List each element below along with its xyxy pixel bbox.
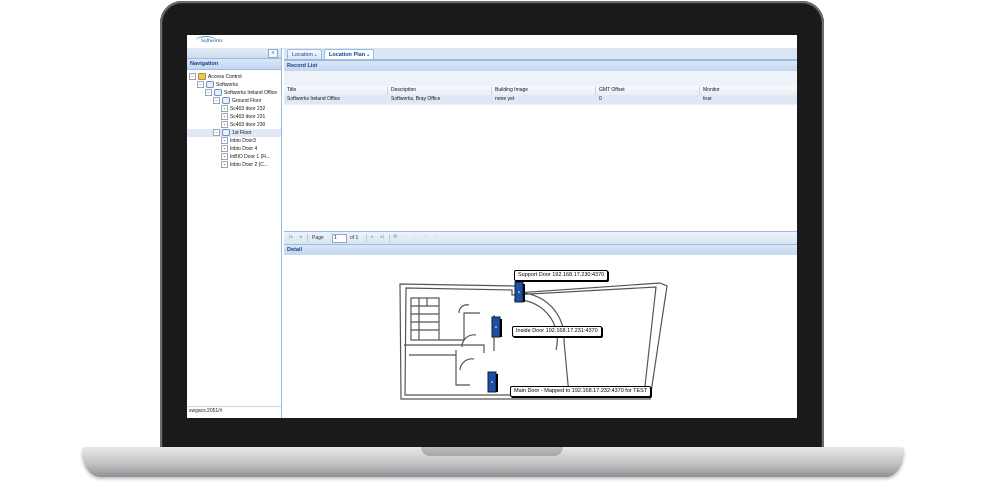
tab-menu-icon[interactable]: ▴	[367, 52, 369, 57]
page-count-label: of 1	[350, 235, 359, 241]
door-callout-inside[interactable]: Inside Door 192.168.17.231:4370	[512, 326, 602, 337]
status-bar-url: swgacs:2051/#	[187, 406, 281, 416]
tree-item-access-control[interactable]: − Access Control	[189, 73, 242, 81]
laptop-notch	[421, 447, 563, 456]
collapse-button[interactable]: «	[268, 49, 278, 58]
tree-item-label: 1st Floor	[232, 130, 252, 136]
expand-toggle-icon[interactable]: +	[221, 113, 228, 121]
column-header[interactable]: Building Image	[492, 86, 596, 95]
paging-toolbar: |◂ ◂ Page 1 of 1 ▸ ▸| ⟳ ◌ ◌ ◌ ◌	[284, 231, 797, 245]
tab-label: Location Plan	[329, 52, 366, 58]
tree-item-ireland-office[interactable]: − Softworks Ireland Office	[205, 89, 277, 97]
node-icon	[206, 81, 214, 89]
expand-toggle-icon[interactable]: +	[221, 161, 228, 169]
column-header[interactable]: Title	[284, 86, 388, 95]
tree-item-ground-floor[interactable]: − Ground Floor	[213, 97, 261, 105]
folder-icon	[198, 73, 206, 81]
tab-label: Location	[292, 52, 313, 58]
first-page-button[interactable]: |◂	[287, 234, 294, 241]
toolbar-action-icon[interactable]: ◌	[432, 234, 439, 241]
column-header[interactable]: GMT Offset	[596, 86, 700, 95]
tree-item-label: Softworks Ireland Office	[224, 90, 277, 96]
toolbar-action-icon[interactable]: ◌	[412, 234, 419, 241]
tab-location[interactable]: Location ▴	[287, 49, 322, 59]
collapse-toggle-icon[interactable]: −	[213, 97, 220, 105]
nav-header: Navigation	[187, 59, 281, 70]
logo: Softworks	[201, 38, 223, 44]
toolbar-separator	[366, 234, 367, 242]
tree-item-door[interactable]: + Sc403 door 232	[221, 105, 265, 113]
tree-item-door[interactable]: + Inbio Door 4	[221, 145, 257, 153]
expand-toggle-icon[interactable]: +	[221, 105, 228, 113]
expand-toggle-icon[interactable]: +	[221, 153, 228, 161]
table-cell: 0	[599, 96, 602, 102]
page-label: Page	[312, 235, 324, 241]
floor-icon	[222, 129, 230, 137]
column-header[interactable]: Description	[388, 86, 492, 95]
app-screen: Softworks « Navigation − Access Control −…	[187, 35, 797, 418]
tab-menu-icon[interactable]: ▴	[315, 52, 317, 57]
tree-item-label: InBIO Door 1 (Fi...	[230, 154, 271, 160]
floor-icon	[222, 97, 230, 105]
table-cell: Softworks Ireland Office	[287, 96, 340, 102]
tree-item-1st-floor[interactable]: − 1st Floor	[187, 129, 281, 137]
main-panel: Location ▴ Location Plan ▴ Record List Tit…	[284, 48, 797, 418]
page-number-input[interactable]: 1	[332, 234, 347, 243]
tree-item-door[interactable]: + Sc403 door 230	[221, 121, 265, 129]
tree-item-label: Sc403 door 232	[230, 106, 266, 112]
tree-item-door[interactable]: + Inbio Door3	[221, 137, 256, 145]
tree-item-label: Ground Floor	[232, 98, 262, 104]
tree-item-label: Access Control	[208, 74, 242, 80]
table-cell: none yet	[495, 96, 515, 102]
expand-toggle-icon[interactable]: +	[221, 121, 228, 129]
column-header[interactable]: Monitor	[700, 86, 797, 95]
collapse-toggle-icon[interactable]: −	[189, 73, 196, 81]
tree-item-label: Inbio Door 2 (C...	[230, 162, 269, 168]
table-row[interactable]: Softworks Ireland Office Softworks, Bray…	[284, 95, 797, 105]
door-callout-support[interactable]: Support Door 192.168.17.230:4370	[514, 270, 609, 281]
door-callout-main[interactable]: Main Door - Mapped to 192.168.17.232:437…	[510, 386, 652, 397]
expand-toggle-icon[interactable]: +	[221, 145, 228, 153]
next-page-button[interactable]: ▸	[369, 234, 376, 241]
toolbar-separator	[389, 234, 390, 242]
tab-strip: Location ▴ Location Plan ▴	[284, 48, 797, 60]
expand-toggle-icon[interactable]: +	[221, 137, 228, 145]
collapse-toggle-icon[interactable]: −	[197, 81, 204, 89]
table-cell: true	[703, 96, 712, 102]
tab-location-plan[interactable]: Location Plan ▴	[324, 49, 375, 59]
tree-item-label: Inbio Door3	[230, 138, 256, 144]
tree-item-label: Sc403 door 230	[230, 122, 266, 128]
node-icon	[214, 89, 222, 97]
tree-item-label: Sc403 door 231	[230, 114, 266, 120]
detail-panel: Support Door 192.168.17.230:4370 Inside …	[284, 255, 797, 418]
prev-page-button[interactable]: ◂	[297, 234, 304, 241]
toolbar-action-icon[interactable]: ◌	[422, 234, 429, 241]
tree-item-softworks[interactable]: − Softworks	[197, 81, 238, 89]
table-cell: Softworks, Bray Office	[391, 96, 441, 102]
toolbar-action-icon[interactable]: ◌	[402, 234, 409, 241]
collapse-toggle-icon[interactable]: −	[205, 89, 212, 97]
refresh-button[interactable]: ⟳	[392, 234, 399, 241]
collapse-toggle-icon[interactable]: −	[213, 129, 220, 137]
tree-item-door[interactable]: + Inbio Door 2 (C...	[221, 161, 268, 169]
tree-item-label: Softworks	[216, 82, 238, 88]
tree-item-door[interactable]: + Sc403 door 231	[221, 113, 265, 121]
toolbar-separator	[307, 234, 308, 242]
nav-collapse-bar: «	[187, 48, 281, 59]
last-page-button[interactable]: ▸|	[379, 234, 386, 241]
header-bar: Softworks	[187, 35, 797, 49]
tree-item-door[interactable]: + InBIO Door 1 (Fi...	[221, 153, 271, 161]
grid-toolbar	[284, 71, 797, 87]
navigation-panel: « Navigation − Access Control − Softworks …	[187, 48, 282, 418]
tree-item-label: Inbio Door 4	[230, 146, 258, 152]
